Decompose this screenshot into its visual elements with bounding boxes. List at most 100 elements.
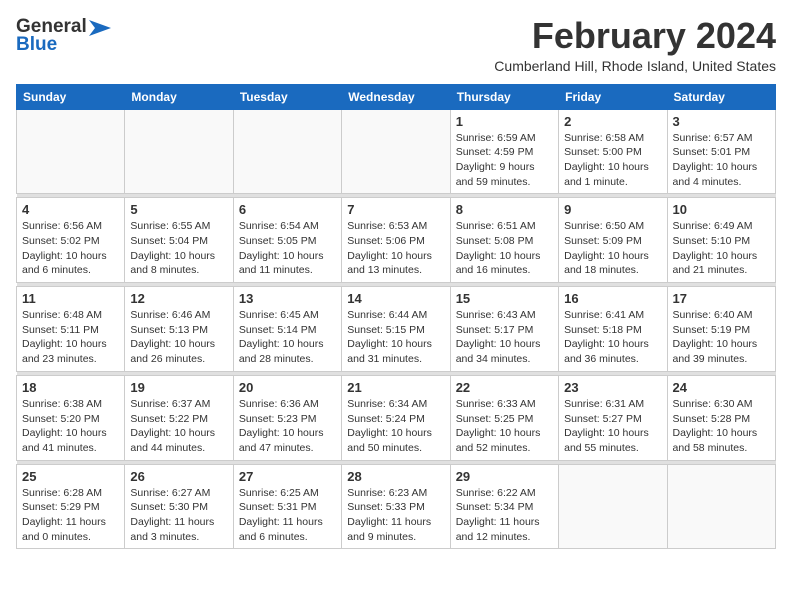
weekday-header-wednesday: Wednesday bbox=[342, 84, 450, 109]
calendar-table: SundayMondayTuesdayWednesdayThursdayFrid… bbox=[16, 84, 776, 550]
day-number: 13 bbox=[239, 291, 336, 306]
calendar-header-row: SundayMondayTuesdayWednesdayThursdayFrid… bbox=[17, 84, 776, 109]
day-info: Sunrise: 6:58 AM Sunset: 5:00 PM Dayligh… bbox=[564, 131, 661, 190]
calendar-cell: 4Sunrise: 6:56 AM Sunset: 5:02 PM Daylig… bbox=[17, 198, 125, 283]
calendar-cell: 3 Sunrise: 6:57 AM Sunset: 5:01 PM Daylig… bbox=[667, 109, 775, 194]
day-info: Sunrise: 6:50 AM Sunset: 5:09 PM Dayligh… bbox=[564, 219, 661, 278]
day-number: 9 bbox=[564, 202, 661, 217]
day-info: Sunrise: 6:23 AM Sunset: 5:33 PM Dayligh… bbox=[347, 486, 444, 545]
day-number: 19 bbox=[130, 380, 227, 395]
calendar-cell: 13 Sunrise: 6:45 AM Sunset: 5:14 PM Dayli… bbox=[233, 287, 341, 372]
calendar-cell bbox=[342, 109, 450, 194]
weekday-header-thursday: Thursday bbox=[450, 84, 558, 109]
day-number: 24 bbox=[673, 380, 770, 395]
day-info: Sunrise: 6:34 AM Sunset: 5:24 PM Dayligh… bbox=[347, 397, 444, 456]
calendar-week-5: 25 Sunrise: 6:28 AM Sunset: 5:29 PM Dayli… bbox=[17, 464, 776, 549]
weekday-header-monday: Monday bbox=[125, 84, 233, 109]
calendar-cell bbox=[17, 109, 125, 194]
weekday-header-tuesday: Tuesday bbox=[233, 84, 341, 109]
calendar-cell bbox=[233, 109, 341, 194]
day-number: 18 bbox=[22, 380, 119, 395]
calendar-cell: 26Sunrise: 6:27 AM Sunset: 5:30 PM Dayli… bbox=[125, 464, 233, 549]
day-number: 20 bbox=[239, 380, 336, 395]
calendar-cell: 10 Sunrise: 6:49 AM Sunset: 5:10 PM Dayli… bbox=[667, 198, 775, 283]
calendar-week-1: 1Sunrise: 6:59 AM Sunset: 4:59 PM Daylig… bbox=[17, 109, 776, 194]
day-number: 5 bbox=[130, 202, 227, 217]
calendar-week-4: 18 Sunrise: 6:38 AM Sunset: 5:20 PM Dayli… bbox=[17, 375, 776, 460]
day-info: Sunrise: 6:48 AM Sunset: 5:11 PM Dayligh… bbox=[22, 308, 119, 367]
day-info: Sunrise: 6:54 AM Sunset: 5:05 PM Dayligh… bbox=[239, 219, 336, 278]
day-info: Sunrise: 6:37 AM Sunset: 5:22 PM Dayligh… bbox=[130, 397, 227, 456]
day-info: Sunrise: 6:46 AM Sunset: 5:13 PM Dayligh… bbox=[130, 308, 227, 367]
logo-text-blue: Blue bbox=[16, 34, 57, 56]
day-info: Sunrise: 6:55 AM Sunset: 5:04 PM Dayligh… bbox=[130, 219, 227, 278]
calendar-cell: 7 Sunrise: 6:53 AM Sunset: 5:06 PM Daylig… bbox=[342, 198, 450, 283]
calendar-cell: 2 Sunrise: 6:58 AM Sunset: 5:00 PM Daylig… bbox=[559, 109, 667, 194]
page-subtitle: Cumberland Hill, Rhode Island, United St… bbox=[494, 58, 776, 74]
day-info: Sunrise: 6:31 AM Sunset: 5:27 PM Dayligh… bbox=[564, 397, 661, 456]
calendar-cell: 23 Sunrise: 6:31 AM Sunset: 5:27 PM Dayli… bbox=[559, 375, 667, 460]
day-number: 12 bbox=[130, 291, 227, 306]
day-number: 27 bbox=[239, 469, 336, 484]
day-info: Sunrise: 6:28 AM Sunset: 5:29 PM Dayligh… bbox=[22, 486, 119, 545]
calendar-cell: 5 Sunrise: 6:55 AM Sunset: 5:04 PM Daylig… bbox=[125, 198, 233, 283]
calendar-cell: 16 Sunrise: 6:41 AM Sunset: 5:18 PM Dayli… bbox=[559, 287, 667, 372]
day-number: 3 bbox=[673, 114, 770, 129]
calendar-cell bbox=[125, 109, 233, 194]
calendar-cell: 14 Sunrise: 6:44 AM Sunset: 5:15 PM Dayli… bbox=[342, 287, 450, 372]
weekday-header-friday: Friday bbox=[559, 84, 667, 109]
day-info: Sunrise: 6:41 AM Sunset: 5:18 PM Dayligh… bbox=[564, 308, 661, 367]
day-number: 10 bbox=[673, 202, 770, 217]
day-number: 14 bbox=[347, 291, 444, 306]
day-number: 29 bbox=[456, 469, 553, 484]
day-info: Sunrise: 6:38 AM Sunset: 5:20 PM Dayligh… bbox=[22, 397, 119, 456]
calendar-cell: 15 Sunrise: 6:43 AM Sunset: 5:17 PM Dayli… bbox=[450, 287, 558, 372]
calendar-cell: 6Sunrise: 6:54 AM Sunset: 5:05 PM Daylig… bbox=[233, 198, 341, 283]
day-number: 25 bbox=[22, 469, 119, 484]
day-info: Sunrise: 6:30 AM Sunset: 5:28 PM Dayligh… bbox=[673, 397, 770, 456]
day-number: 1 bbox=[456, 114, 553, 129]
day-number: 4 bbox=[22, 202, 119, 217]
day-number: 11 bbox=[22, 291, 119, 306]
day-info: Sunrise: 6:27 AM Sunset: 5:30 PM Dayligh… bbox=[130, 486, 227, 545]
calendar-cell: 24 Sunrise: 6:30 AM Sunset: 5:28 PM Dayli… bbox=[667, 375, 775, 460]
weekday-header-saturday: Saturday bbox=[667, 84, 775, 109]
day-info: Sunrise: 6:44 AM Sunset: 5:15 PM Dayligh… bbox=[347, 308, 444, 367]
calendar-cell: 11 Sunrise: 6:48 AM Sunset: 5:11 PM Dayli… bbox=[17, 287, 125, 372]
calendar-cell: 27 Sunrise: 6:25 AM Sunset: 5:31 PM Dayli… bbox=[233, 464, 341, 549]
page-header: General Blue February 2024 Cumberland Hi… bbox=[16, 16, 776, 74]
day-info: Sunrise: 6:57 AM Sunset: 5:01 PM Dayligh… bbox=[673, 131, 770, 190]
day-number: 7 bbox=[347, 202, 444, 217]
day-number: 17 bbox=[673, 291, 770, 306]
logo-arrow-icon bbox=[89, 20, 111, 36]
day-info: Sunrise: 6:33 AM Sunset: 5:25 PM Dayligh… bbox=[456, 397, 553, 456]
day-number: 28 bbox=[347, 469, 444, 484]
day-number: 2 bbox=[564, 114, 661, 129]
calendar-cell: 19 Sunrise: 6:37 AM Sunset: 5:22 PM Dayli… bbox=[125, 375, 233, 460]
day-info: Sunrise: 6:53 AM Sunset: 5:06 PM Dayligh… bbox=[347, 219, 444, 278]
calendar-cell bbox=[667, 464, 775, 549]
day-info: Sunrise: 6:40 AM Sunset: 5:19 PM Dayligh… bbox=[673, 308, 770, 367]
title-area: February 2024 Cumberland Hill, Rhode Isl… bbox=[494, 16, 776, 74]
calendar-cell: 29Sunrise: 6:22 AM Sunset: 5:34 PM Dayli… bbox=[450, 464, 558, 549]
calendar-cell: 20 Sunrise: 6:36 AM Sunset: 5:23 PM Dayli… bbox=[233, 375, 341, 460]
day-number: 22 bbox=[456, 380, 553, 395]
day-info: Sunrise: 6:36 AM Sunset: 5:23 PM Dayligh… bbox=[239, 397, 336, 456]
calendar-cell: 8Sunrise: 6:51 AM Sunset: 5:08 PM Daylig… bbox=[450, 198, 558, 283]
day-info: Sunrise: 6:25 AM Sunset: 5:31 PM Dayligh… bbox=[239, 486, 336, 545]
calendar-cell: 12 Sunrise: 6:46 AM Sunset: 5:13 PM Dayli… bbox=[125, 287, 233, 372]
day-number: 21 bbox=[347, 380, 444, 395]
day-number: 15 bbox=[456, 291, 553, 306]
day-number: 16 bbox=[564, 291, 661, 306]
day-number: 23 bbox=[564, 380, 661, 395]
calendar-week-3: 11 Sunrise: 6:48 AM Sunset: 5:11 PM Dayli… bbox=[17, 287, 776, 372]
calendar-cell: 28 Sunrise: 6:23 AM Sunset: 5:33 PM Dayli… bbox=[342, 464, 450, 549]
calendar-cell: 1Sunrise: 6:59 AM Sunset: 4:59 PM Daylig… bbox=[450, 109, 558, 194]
calendar-cell: 25 Sunrise: 6:28 AM Sunset: 5:29 PM Dayli… bbox=[17, 464, 125, 549]
calendar-cell: 22 Sunrise: 6:33 AM Sunset: 5:25 PM Dayli… bbox=[450, 375, 558, 460]
day-info: Sunrise: 6:49 AM Sunset: 5:10 PM Dayligh… bbox=[673, 219, 770, 278]
page-title: February 2024 bbox=[494, 16, 776, 56]
day-info: Sunrise: 6:45 AM Sunset: 5:14 PM Dayligh… bbox=[239, 308, 336, 367]
day-info: Sunrise: 6:43 AM Sunset: 5:17 PM Dayligh… bbox=[456, 308, 553, 367]
calendar-cell: 17 Sunrise: 6:40 AM Sunset: 5:19 PM Dayli… bbox=[667, 287, 775, 372]
